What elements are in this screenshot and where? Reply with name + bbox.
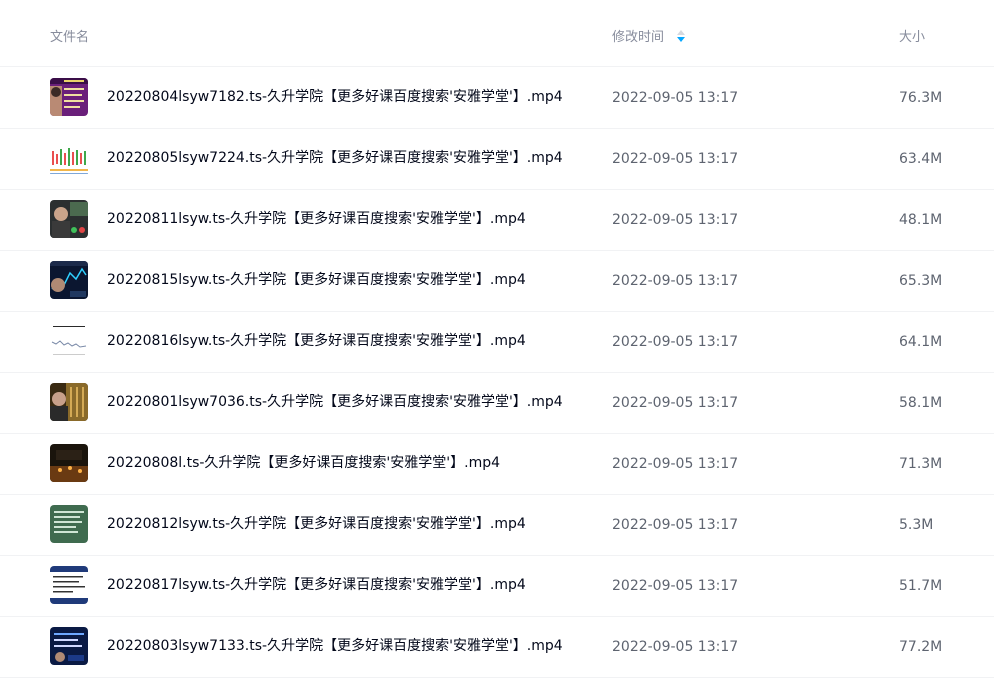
file-size: 51.7M [899, 578, 943, 594]
file-name-link[interactable]: 20220804lsyw7182.ts-久升学院【更多好课百度搜索'安雅学堂'】… [107, 88, 563, 106]
table-header: 文件名 修改时间 大小 [0, 0, 994, 67]
file-list-table: 文件名 修改时间 大小 20220804lsyw7182.ts-久升学院【更多好… [0, 0, 994, 678]
file-size: 58.1M [899, 395, 943, 411]
file-modified-time: 2022-09-05 13:17 [612, 639, 739, 655]
file-name-link[interactable]: 20220815lsyw.ts-久升学院【更多好课百度搜索'安雅学堂'】.mp4 [107, 271, 526, 289]
table-row[interactable]: 20220808l.ts-久升学院【更多好课百度搜索'安雅学堂'】.mp4 202… [0, 433, 994, 495]
video-thumbnail[interactable] [50, 322, 88, 360]
column-header-modified-time-label: 修改时间 [612, 30, 665, 45]
table-row[interactable]: 20220803lsyw7133.ts-久升学院【更多好课百度搜索'安雅学堂'】… [0, 616, 994, 678]
table-row[interactable]: 20220816lsyw.ts-久升学院【更多好课百度搜索'安雅学堂'】.mp4… [0, 311, 994, 373]
file-modified-time: 2022-09-05 13:17 [612, 578, 739, 594]
file-name-link[interactable]: 20220812lsyw.ts-久升学院【更多好课百度搜索'安雅学堂'】.mp4 [107, 515, 526, 533]
table-row[interactable]: 20220815lsyw.ts-久升学院【更多好课百度搜索'安雅学堂'】.mp4… [0, 250, 994, 312]
file-name-link[interactable]: 20220801lsyw7036.ts-久升学院【更多好课百度搜索'安雅学堂'】… [107, 393, 563, 411]
file-name-link[interactable]: 20220816lsyw.ts-久升学院【更多好课百度搜索'安雅学堂'】.mp4 [107, 332, 526, 350]
file-modified-time: 2022-09-05 13:17 [612, 151, 739, 167]
column-header-modified-time[interactable]: 修改时间 [612, 29, 686, 47]
video-thumbnail[interactable] [50, 627, 88, 665]
file-size: 48.1M [899, 212, 943, 228]
video-thumbnail[interactable] [50, 200, 88, 238]
video-thumbnail[interactable] [50, 383, 88, 421]
sort-arrows-icon[interactable] [676, 29, 686, 43]
column-header-name[interactable]: 文件名 [50, 29, 89, 47]
file-size: 65.3M [899, 273, 943, 289]
video-thumbnail[interactable] [50, 444, 88, 482]
file-name-link[interactable]: 20220808l.ts-久升学院【更多好课百度搜索'安雅学堂'】.mp4 [107, 454, 500, 472]
table-row[interactable]: 20220804lsyw7182.ts-久升学院【更多好课百度搜索'安雅学堂'】… [0, 67, 994, 129]
file-modified-time: 2022-09-05 13:17 [612, 517, 739, 533]
table-row[interactable]: 20220817lsyw.ts-久升学院【更多好课百度搜索'安雅学堂'】.mp4… [0, 555, 994, 617]
video-thumbnail[interactable] [50, 261, 88, 299]
file-modified-time: 2022-09-05 13:17 [612, 273, 739, 289]
video-thumbnail[interactable] [50, 566, 88, 604]
table-row[interactable]: 20220811lsyw.ts-久升学院【更多好课百度搜索'安雅学堂'】.mp4… [0, 189, 994, 251]
file-name-link[interactable]: 20220803lsyw7133.ts-久升学院【更多好课百度搜索'安雅学堂'】… [107, 637, 563, 655]
file-size: 77.2M [899, 639, 943, 655]
file-name-link[interactable]: 20220805lsyw7224.ts-久升学院【更多好课百度搜索'安雅学堂'】… [107, 149, 563, 167]
file-name-link[interactable]: 20220817lsyw.ts-久升学院【更多好课百度搜索'安雅学堂'】.mp4 [107, 576, 526, 594]
file-modified-time: 2022-09-05 13:17 [612, 395, 739, 411]
file-size: 63.4M [899, 151, 943, 167]
video-thumbnail[interactable] [50, 139, 88, 177]
file-modified-time: 2022-09-05 13:17 [612, 212, 739, 228]
file-modified-time: 2022-09-05 13:17 [612, 456, 739, 472]
column-header-size[interactable]: 大小 [899, 29, 925, 47]
table-row[interactable]: 20220805lsyw7224.ts-久升学院【更多好课百度搜索'安雅学堂'】… [0, 128, 994, 190]
file-modified-time: 2022-09-05 13:17 [612, 90, 739, 106]
file-modified-time: 2022-09-05 13:17 [612, 334, 739, 350]
video-thumbnail[interactable] [50, 78, 88, 116]
file-size: 64.1M [899, 334, 943, 350]
file-size: 71.3M [899, 456, 943, 472]
table-row[interactable]: 20220801lsyw7036.ts-久升学院【更多好课百度搜索'安雅学堂'】… [0, 372, 994, 434]
file-name-link[interactable]: 20220811lsyw.ts-久升学院【更多好课百度搜索'安雅学堂'】.mp4 [107, 210, 526, 228]
table-row[interactable]: 20220812lsyw.ts-久升学院【更多好课百度搜索'安雅学堂'】.mp4… [0, 494, 994, 556]
file-size: 5.3M [899, 517, 934, 533]
file-size: 76.3M [899, 90, 943, 106]
video-thumbnail[interactable] [50, 505, 88, 543]
